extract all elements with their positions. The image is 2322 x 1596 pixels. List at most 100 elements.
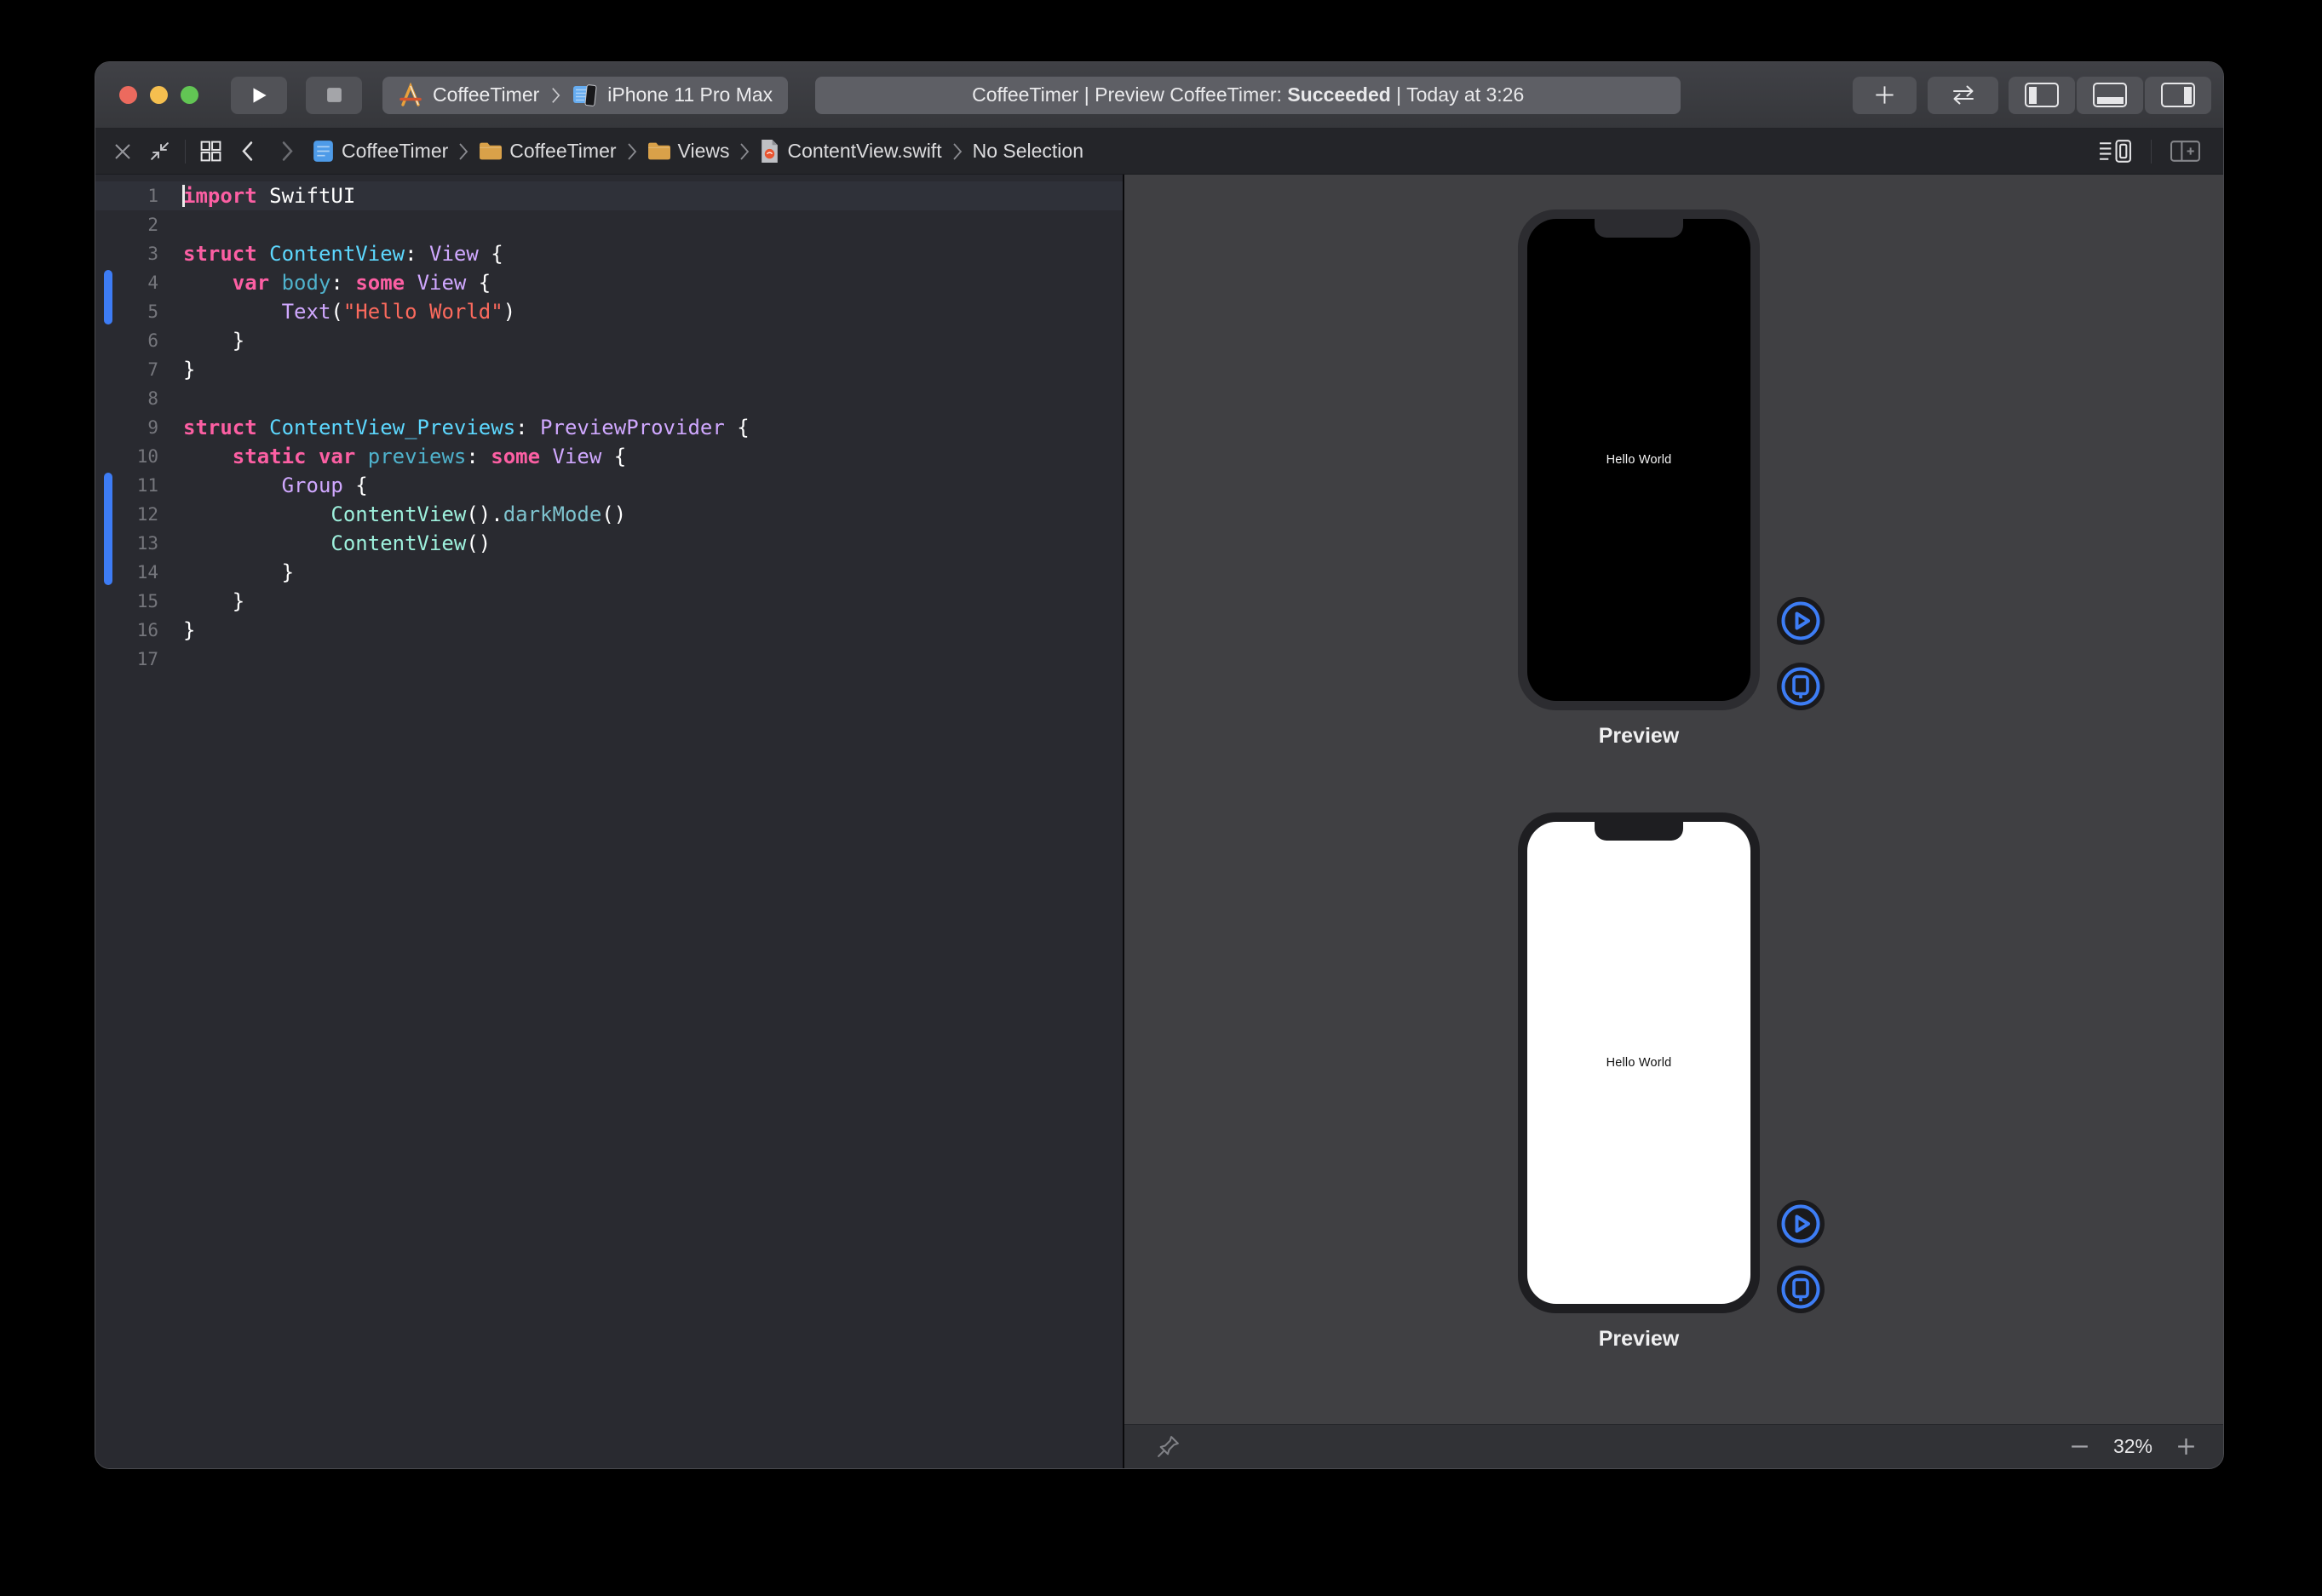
chevron-separator-icon: [457, 141, 469, 162]
breadcrumb-item-label: CoffeeTimer: [342, 140, 448, 163]
iphone-device-frame: Hello World: [1518, 812, 1760, 1313]
activity-status-view[interactable]: CoffeeTimer | Preview CoffeeTimer: Succe…: [815, 77, 1681, 114]
code-line[interactable]: 8: [95, 384, 1123, 413]
scheme-selector[interactable]: CoffeeTimer iPhone 11 Pro Max: [382, 77, 788, 114]
canvas-bottom-bar: 32%: [1124, 1424, 2223, 1468]
go-back-button[interactable]: [239, 140, 256, 163]
live-preview-play-icon: [1777, 1200, 1825, 1248]
preview-on-device-button[interactable]: [1777, 663, 1825, 710]
status-text-result: Succeeded: [1287, 83, 1390, 106]
preview-label: Preview: [1518, 724, 1760, 749]
line-number[interactable]: 13: [95, 529, 158, 558]
code-line[interactable]: 7}: [95, 355, 1123, 384]
editor-panel-toggles: [2009, 77, 2211, 114]
toolbar: CoffeeTimer iPhone 11 Pro Max CoffeeTime…: [95, 62, 2223, 129]
line-number[interactable]: 15: [95, 587, 158, 616]
breadcrumb-item[interactable]: Views: [647, 140, 730, 163]
zoom-out-button[interactable]: [2068, 1435, 2091, 1458]
preview-label: Preview: [1518, 1327, 1760, 1352]
code-line[interactable]: 16}: [95, 616, 1123, 645]
live-preview-play-button[interactable]: [1777, 1200, 1825, 1248]
toggle-inspector-button[interactable]: [2145, 77, 2211, 114]
code-line[interactable]: 10 static var previews: some View {: [95, 442, 1123, 471]
breadcrumb-item[interactable]: CoffeeTimer: [313, 139, 448, 164]
toggle-debug-area-button[interactable]: [2077, 77, 2143, 114]
code-text: import SwiftUI: [183, 181, 355, 210]
add-editor-button[interactable]: [2170, 139, 2201, 164]
zoom-window-button[interactable]: [181, 86, 198, 104]
minimize-window-button[interactable]: [150, 86, 168, 104]
code-line[interactable]: 9struct ContentView_Previews: PreviewPro…: [95, 413, 1123, 442]
preview-on-device-button[interactable]: [1777, 1266, 1825, 1313]
code-line[interactable]: 4 var body: some View {: [95, 268, 1123, 297]
line-number[interactable]: 7: [95, 355, 158, 384]
device-notch: [1595, 219, 1683, 238]
source-editor[interactable]: 1 import SwiftUI 23 struct ContentView: Vie…: [95, 175, 1123, 1468]
code-line[interactable]: 15 }: [95, 587, 1123, 616]
go-forward-button[interactable]: [279, 140, 296, 163]
code-line[interactable]: 12 ContentView().darkMode(): [95, 500, 1123, 529]
line-number[interactable]: 10: [95, 442, 158, 471]
breadcrumb-item[interactable]: No Selection: [973, 140, 1083, 163]
code-text: ContentView(): [183, 529, 491, 558]
run-button[interactable]: [231, 77, 287, 114]
code-line[interactable]: 1 import SwiftUI: [95, 181, 1123, 210]
pin-icon: [1155, 1433, 1181, 1460]
add-editor-icon: [2170, 139, 2201, 164]
status-text-right: | Today at 3:26: [1391, 83, 1524, 106]
breadcrumb-item-label: Views: [678, 140, 730, 163]
line-number[interactable]: 9: [95, 413, 158, 442]
close-window-button[interactable]: [119, 86, 137, 104]
code-review-button[interactable]: [1928, 77, 1998, 114]
collapse-editor-icon: [148, 140, 171, 163]
line-number[interactable]: 17: [95, 645, 158, 674]
close-editor-button[interactable]: [112, 141, 133, 162]
related-items-button[interactable]: [199, 140, 222, 163]
code-line[interactable]: 11 Group {: [95, 471, 1123, 500]
zoom-in-button[interactable]: [2175, 1435, 2198, 1458]
debug-panel-icon: [2093, 83, 2127, 107]
line-number[interactable]: 11: [95, 471, 158, 500]
line-number[interactable]: 14: [95, 558, 158, 587]
code-rows: 1 import SwiftUI 23 struct ContentView: Vie…: [95, 181, 1123, 674]
device-screen: Hello World: [1527, 822, 1750, 1304]
line-number[interactable]: 12: [95, 500, 158, 529]
code-line[interactable]: 5 Text("Hello World"): [95, 297, 1123, 326]
code-line[interactable]: 6 }: [95, 326, 1123, 355]
editor-options-button[interactable]: [2098, 138, 2133, 164]
line-number[interactable]: 4: [95, 268, 158, 297]
code-line[interactable]: 17: [95, 645, 1123, 674]
code-text: struct ContentView: View {: [183, 239, 503, 268]
line-number[interactable]: 6: [95, 326, 158, 355]
device-screen: Hello World: [1527, 219, 1750, 701]
live-preview-play-button[interactable]: [1777, 597, 1825, 645]
line-number[interactable]: 1: [95, 181, 158, 210]
code-review-icon: [1948, 84, 1979, 106]
code-text: }: [183, 558, 294, 587]
code-line[interactable]: 3 struct ContentView: View {: [95, 239, 1123, 268]
breadcrumb-item[interactable]: ContentView.swift: [760, 139, 941, 164]
back-icon: [239, 140, 256, 163]
iphone-device-frame: Hello World: [1518, 210, 1760, 710]
collapse-editor-button[interactable]: [148, 140, 171, 163]
stop-button[interactable]: [306, 77, 362, 114]
inspector-panel-icon: [2161, 83, 2195, 107]
toggle-navigator-button[interactable]: [2009, 77, 2075, 114]
pin-preview-button[interactable]: [1155, 1433, 1181, 1460]
code-line[interactable]: 13 ContentView(): [95, 529, 1123, 558]
preview-item-dark: Hello World Preview: [1518, 210, 1760, 749]
code-line[interactable]: 14 }: [95, 558, 1123, 587]
breadcrumb-item[interactable]: CoffeeTimer: [479, 140, 616, 163]
code-line[interactable]: 2: [95, 210, 1123, 239]
library-button[interactable]: [1853, 77, 1917, 114]
library-add-icon: [1873, 83, 1896, 106]
line-number[interactable]: 3: [95, 239, 158, 268]
zoom-in-icon: [2175, 1435, 2198, 1458]
scheme-project-label: CoffeeTimer: [433, 83, 539, 106]
line-number[interactable]: 5: [95, 297, 158, 326]
line-number[interactable]: 8: [95, 384, 158, 413]
line-number[interactable]: 16: [95, 616, 158, 645]
status-text-left: CoffeeTimer | Preview CoffeeTimer:: [972, 83, 1287, 106]
folder-icon: [647, 141, 670, 161]
line-number[interactable]: 2: [95, 210, 158, 239]
